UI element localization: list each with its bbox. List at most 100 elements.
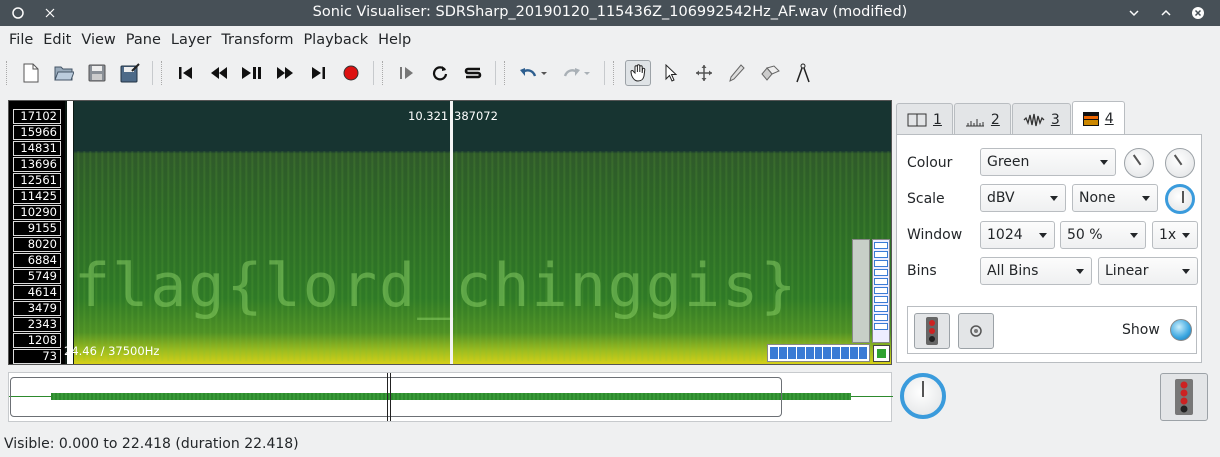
traffic-light-icon (1175, 379, 1193, 415)
minimize-icon[interactable] (1124, 5, 1144, 21)
freq-scale-label: 1208 (13, 333, 61, 348)
close-icon[interactable] (1188, 5, 1208, 21)
layer-controls-box: Show (907, 306, 1197, 354)
frame-readout: 387072 (454, 109, 498, 123)
window-overlap-select[interactable]: 50 % (1060, 221, 1146, 249)
erase-icon[interactable] (757, 60, 783, 86)
menu-pane[interactable]: Pane (121, 32, 166, 48)
vertical-zoom-wheel[interactable] (872, 239, 890, 343)
vertical-zoom-slider[interactable] (852, 239, 870, 343)
tab-label: 4 (1104, 110, 1114, 127)
global-play-parameters-button[interactable] (1160, 373, 1208, 421)
record-icon[interactable] (338, 60, 364, 86)
overview-visible-region[interactable] (10, 377, 782, 417)
freq-scale-label: 8020 (13, 237, 61, 252)
toolbar-grip[interactable] (6, 61, 10, 85)
overview-cursor[interactable] (387, 373, 391, 421)
spectrogram-properties: Colour Green Scale dBV None Window 1024 … (896, 134, 1202, 363)
ffwd-end-icon[interactable] (305, 60, 331, 86)
loop-icon[interactable] (427, 60, 453, 86)
pane-icon (907, 113, 927, 126)
solo-icon[interactable] (460, 60, 486, 86)
colour-rotation-knob[interactable] (1165, 184, 1195, 214)
select-icon[interactable] (658, 60, 684, 86)
undo-icon[interactable] (516, 60, 552, 86)
bins-mode-select[interactable]: All Bins (980, 257, 1092, 285)
new-icon[interactable] (18, 60, 44, 86)
freq-scale-label: 12561 (13, 173, 61, 188)
freq-scale-label: 5749 (13, 269, 61, 284)
freq-scale-label: 14831 (13, 141, 61, 156)
spectrogram-image[interactable]: flag{lord_chinggis} (74, 101, 891, 364)
waveform-icon (1023, 113, 1045, 126)
zoom-reset-button[interactable] (873, 345, 890, 362)
navigate-icon[interactable] (625, 60, 651, 86)
scale-select[interactable]: dBV (980, 184, 1066, 212)
redo-icon[interactable] (559, 60, 595, 86)
colour-scale-bar (67, 101, 73, 364)
freq-scale-label: 13696 (13, 157, 61, 172)
menu-layer[interactable]: Layer (166, 32, 216, 48)
toolbar-grip[interactable] (504, 61, 508, 85)
play-selection-icon[interactable] (394, 60, 420, 86)
open-icon[interactable] (51, 60, 77, 86)
fast-forward-icon[interactable] (272, 60, 298, 86)
tab-spectrogram[interactable]: 4 (1071, 101, 1125, 135)
freq-scale-label: 9155 (13, 221, 61, 236)
menu-view[interactable]: View (76, 32, 120, 48)
hidden-message-text: flag{lord_chinggis} (74, 251, 799, 321)
freq-scale-label: 4614 (13, 285, 61, 300)
main-toolbar (0, 55, 1220, 91)
frequency-scale: 17102 15966 14831 13696 12561 11425 1029… (9, 101, 65, 364)
layer-settings-button[interactable] (958, 313, 994, 349)
show-label: Show (1122, 322, 1160, 338)
menu-transform[interactable]: Transform (216, 32, 298, 48)
freq-scale-label: 11425 (13, 189, 61, 204)
bins-label: Bins (907, 263, 937, 279)
tab-label: 3 (1050, 111, 1060, 128)
playback-gain-knob[interactable] (900, 373, 946, 419)
toolbar-grip[interactable] (382, 61, 386, 85)
normalize-select[interactable]: None (1072, 184, 1158, 212)
draw-icon[interactable] (724, 60, 750, 86)
scale-label: Scale (907, 191, 945, 207)
tab-label: 1 (933, 111, 942, 128)
colour-select[interactable]: Green (980, 148, 1116, 176)
menu-playback[interactable]: Playback (298, 32, 373, 48)
menu-edit[interactable]: Edit (38, 32, 76, 48)
freq-scale-label: 17102 (13, 109, 61, 124)
window-size-select[interactable]: 1024 (980, 221, 1055, 249)
traffic-light-icon (926, 317, 938, 345)
freq-scale-label: 6884 (13, 253, 61, 268)
spectrogram-icon (1082, 111, 1099, 126)
measure-icon[interactable] (790, 60, 816, 86)
move-icon[interactable] (691, 60, 717, 86)
tab-ruler[interactable]: 2 (953, 103, 1011, 135)
show-toggle[interactable] (1170, 319, 1192, 341)
horizontal-zoom-wheel[interactable] (767, 344, 870, 362)
save-as-icon[interactable] (117, 60, 143, 86)
colour-label: Colour (907, 155, 953, 171)
toolbar-grip[interactable] (613, 61, 617, 85)
tab-waveform[interactable]: 3 (1011, 103, 1071, 135)
overview-panel[interactable] (8, 372, 893, 422)
toolbar-grip[interactable] (161, 61, 165, 85)
tab-pane[interactable]: 1 (896, 103, 953, 135)
menu-help[interactable]: Help (373, 32, 416, 48)
rewind-start-icon[interactable] (173, 60, 199, 86)
freq-scale-label: 2343 (13, 317, 61, 332)
rewind-icon[interactable] (206, 60, 232, 86)
play-parameters-button[interactable] (914, 313, 950, 349)
ruler-icon (965, 118, 984, 126)
toolbar-separator (373, 61, 374, 85)
threshold-knob[interactable] (1165, 148, 1195, 178)
save-icon[interactable] (84, 60, 110, 86)
menu-file[interactable]: File (4, 32, 38, 48)
bins-scale-select[interactable]: Linear (1098, 257, 1198, 285)
play-pause-icon[interactable] (239, 60, 265, 86)
gain-knob[interactable] (1124, 148, 1154, 178)
spectrogram-pane[interactable]: 17102 15966 14831 13696 12561 11425 1029… (8, 100, 892, 365)
playback-cursor[interactable] (450, 101, 453, 364)
oversampling-select[interactable]: 1x (1152, 221, 1198, 249)
maximize-icon[interactable] (1156, 5, 1176, 21)
